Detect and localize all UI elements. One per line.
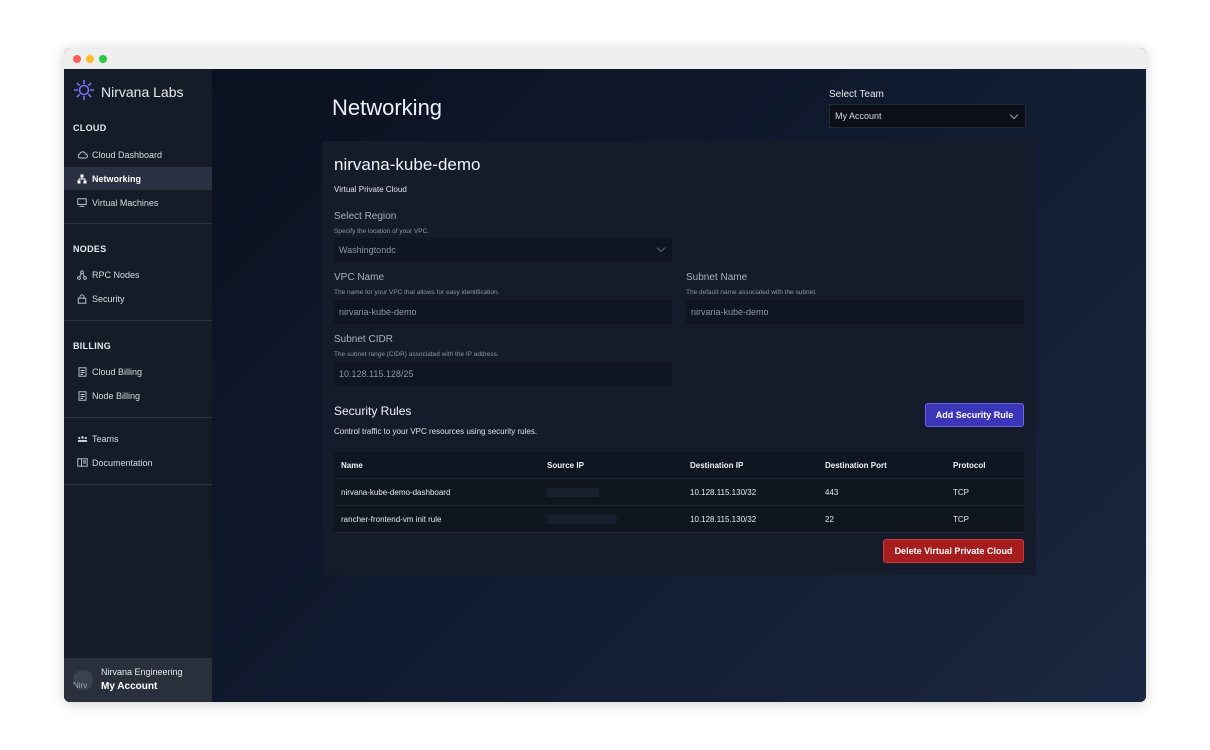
network-icon (76, 173, 88, 185)
app-window: Nirvana Labs CLOUD Cloud Dashboard Netwo… (64, 48, 1146, 702)
book-icon (76, 457, 88, 469)
subnet-name-value: nirvana-kube-demo (691, 307, 769, 317)
team-select-value: My Account (835, 111, 882, 121)
column-header-source-ip[interactable]: Source IP (547, 452, 584, 479)
sidebar-divider (64, 320, 212, 321)
team-icon (76, 433, 88, 445)
close-window-button[interactable] (73, 55, 81, 63)
column-header-protocol[interactable]: Protocol (953, 452, 985, 479)
user-team-name: Nirvana Engineering (101, 667, 183, 677)
chevron-down-icon (1009, 110, 1019, 120)
section-title-cloud: CLOUD (73, 123, 107, 133)
protocol-cell: TCP (953, 488, 969, 497)
receipt-icon (76, 390, 88, 402)
table-header-row: Name Source IP Destination IP Destinatio… (334, 452, 1024, 479)
redacted-source-ip (547, 488, 599, 497)
protocol-cell: TCP (953, 515, 969, 524)
table-row[interactable]: nirvana-kube-demo-dashboard 10.128.115.1… (334, 479, 1024, 506)
team-select-label: Select Team (829, 89, 884, 100)
sidebar-item-label: Cloud Dashboard (92, 149, 163, 160)
sidebar-item-virtual-machines[interactable]: Virtual Machines (64, 191, 212, 214)
receipt-icon (76, 366, 88, 378)
cloud-icon (76, 149, 88, 161)
destination-ip-cell: 10.128.115.130/32 (690, 488, 757, 497)
sidebar-item-node-billing[interactable]: Node Billing (64, 384, 212, 407)
region-label: Select Region (334, 211, 397, 222)
region-help: Specify the location of your VPC. (334, 228, 430, 235)
page-title: Networking (332, 95, 443, 120)
table-row[interactable]: rancher-frontend-vm init rule 10.128.115… (334, 506, 1024, 533)
nodes-icon (76, 269, 88, 281)
team-select[interactable]: My Account (829, 104, 1026, 128)
column-header-destination-port[interactable]: Destination Port (825, 452, 887, 479)
sidebar: Nirvana Labs CLOUD Cloud Dashboard Netwo… (64, 69, 213, 702)
source-ip-cell (547, 479, 599, 506)
monitor-icon (76, 197, 88, 209)
brand-logo[interactable]: Nirvana Labs (73, 79, 184, 106)
vpc-name-label: VPC Name (334, 272, 385, 283)
sidebar-item-label: Teams (92, 433, 119, 444)
sidebar-item-label: Node Billing (92, 390, 141, 401)
maximize-window-button[interactable] (99, 55, 107, 63)
avatar-alt-text: Nirv (73, 681, 88, 690)
rule-name-cell: rancher-frontend-vm init rule (341, 515, 442, 524)
vpc-name-heading: nirvana-kube-demo (334, 155, 481, 174)
section-title-billing: BILLING (73, 341, 112, 351)
sidebar-divider (64, 417, 212, 418)
main-content: Networking Select Team My Account nirvan… (212, 69, 1146, 702)
vpc-card: nirvana-kube-demo Virtual Private Cloud … (322, 141, 1036, 575)
section-title-nodes: NODES (73, 244, 107, 254)
source-ip-cell (547, 506, 617, 533)
sidebar-item-label: Virtual Machines (92, 197, 159, 208)
security-rules-table: Name Source IP Destination IP Destinatio… (334, 452, 1024, 533)
subnet-cidr-field[interactable]: 10.128.115.128/25 (334, 362, 672, 386)
vpc-name-help: The name for your VPC that allows for ea… (334, 289, 500, 296)
sidebar-item-label: Cloud Billing (92, 366, 143, 377)
minimize-window-button[interactable] (86, 55, 94, 63)
subnet-name-field[interactable]: nirvana-kube-demo (686, 300, 1024, 324)
chevron-down-icon (656, 243, 666, 253)
user-account-name: My Account (101, 681, 158, 692)
subnet-cidr-help: The subnet range (CIDR) associated with … (334, 351, 499, 358)
sidebar-item-cloud-dashboard[interactable]: Cloud Dashboard (64, 143, 212, 166)
brand-name: Nirvana Labs (101, 84, 184, 100)
sidebar-item-rpc-nodes[interactable]: RPC Nodes (64, 263, 212, 286)
subnet-cidr-value: 10.128.115.128/25 (339, 369, 414, 379)
region-select-value: Washingtondc (339, 245, 396, 255)
delete-vpc-button[interactable]: Delete Virtual Private Cloud (883, 539, 1024, 563)
vpc-name-value: nirvana-kube-demo (339, 307, 417, 317)
vpc-subtitle: Virtual Private Cloud (334, 185, 407, 194)
destination-port-cell: 443 (825, 488, 839, 497)
lock-icon (76, 293, 88, 305)
destination-port-cell: 22 (825, 515, 834, 524)
column-header-name[interactable]: Name (341, 452, 363, 479)
avatar: Nirv (73, 670, 93, 690)
add-security-rule-button[interactable]: Add Security Rule (925, 403, 1024, 427)
sidebar-item-label: RPC Nodes (92, 269, 140, 280)
sidebar-item-documentation[interactable]: Documentation (64, 451, 212, 474)
subnet-name-label: Subnet Name (686, 272, 748, 283)
region-select[interactable]: Washingtondc (334, 238, 672, 262)
sidebar-divider (64, 484, 212, 485)
user-panel[interactable]: Nirv Nirvana Engineering My Account (64, 658, 212, 702)
column-header-destination-ip[interactable]: Destination IP (690, 452, 743, 479)
nirvana-logo-icon (73, 79, 95, 106)
subnet-name-help: The default name associated with the sub… (686, 289, 817, 296)
window-titlebar (64, 48, 1146, 70)
vpc-name-field[interactable]: nirvana-kube-demo (334, 300, 672, 324)
rule-name-cell: nirvana-kube-demo-dashboard (341, 488, 451, 497)
sidebar-item-label: Networking (92, 173, 142, 184)
destination-ip-cell: 10.128.115.130/32 (690, 515, 757, 524)
sidebar-divider (64, 223, 212, 224)
security-rules-description: Control traffic to your VPC resources us… (334, 427, 538, 436)
sidebar-item-networking[interactable]: Networking (64, 167, 212, 190)
sidebar-item-label: Security (92, 293, 125, 304)
sidebar-item-security[interactable]: Security (64, 287, 212, 310)
sidebar-item-cloud-billing[interactable]: Cloud Billing (64, 360, 212, 383)
sidebar-item-teams[interactable]: Teams (64, 427, 212, 450)
redacted-source-ip (547, 515, 617, 524)
subnet-cidr-label: Subnet CIDR (334, 334, 393, 345)
security-rules-heading: Security Rules (334, 404, 412, 418)
sidebar-item-label: Documentation (92, 457, 153, 468)
